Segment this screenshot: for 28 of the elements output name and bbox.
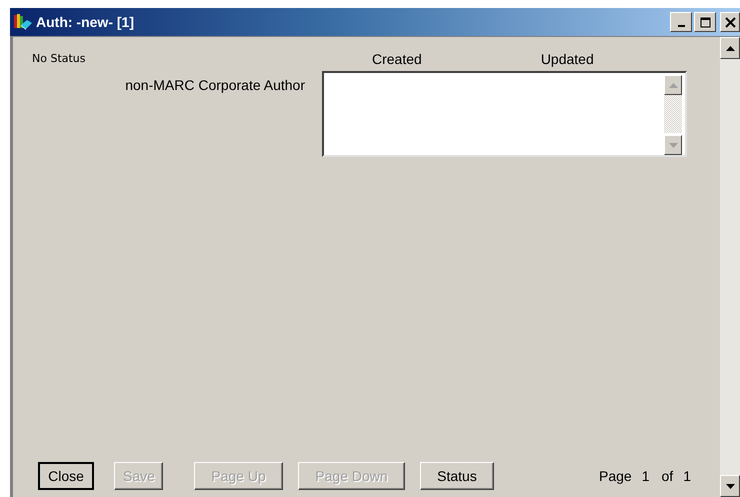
minimize-button[interactable] — [670, 12, 692, 32]
page-total: 1 — [683, 468, 691, 484]
scroll-down-button[interactable] — [720, 475, 740, 497]
scroll-up-button[interactable] — [720, 37, 740, 59]
down-arrow-icon — [726, 484, 734, 488]
status-text: No Status — [31, 52, 87, 65]
scroll-down-button[interactable] — [664, 135, 682, 155]
vertical-scrollbar[interactable] — [720, 37, 740, 497]
close-button[interactable] — [720, 12, 740, 32]
footer-button[interactable]: Close — [38, 462, 94, 490]
text-area[interactable] — [322, 71, 687, 157]
scroll-up-button[interactable] — [664, 75, 682, 95]
window-title: Auth: -new- [1] — [36, 14, 134, 30]
column-header: Updated — [540, 51, 594, 67]
maximize-button[interactable] — [694, 12, 716, 32]
down-arrow-icon — [668, 142, 678, 148]
footer-button[interactable]: Status — [420, 462, 494, 490]
page-number: 1 — [642, 468, 650, 484]
of-label: of — [662, 468, 674, 484]
field-label: non-MARC Corporate Author — [124, 76, 306, 93]
books-icon — [13, 13, 33, 31]
column-header: Created — [372, 51, 422, 67]
up-arrow-icon — [726, 46, 734, 50]
minimize-icon — [678, 25, 684, 27]
page-label: Page — [599, 468, 632, 484]
maximize-icon — [700, 16, 710, 28]
close-icon — [724, 16, 736, 28]
up-arrow-icon — [668, 82, 678, 88]
